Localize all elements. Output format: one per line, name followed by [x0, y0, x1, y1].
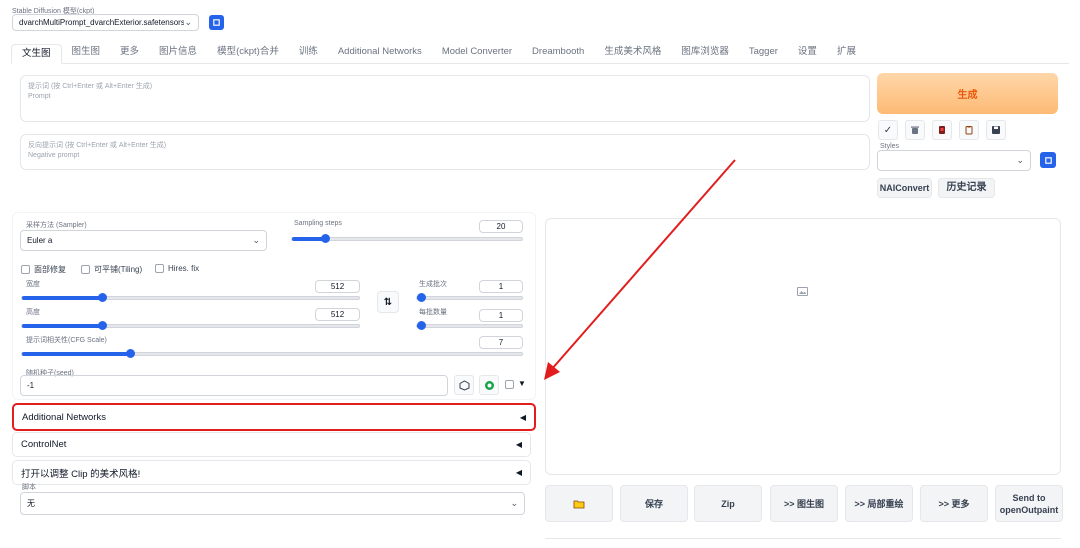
- arrow-line: [550, 159, 736, 371]
- annotation-arrow: [544, 159, 736, 380]
- arrow-head: [544, 362, 560, 380]
